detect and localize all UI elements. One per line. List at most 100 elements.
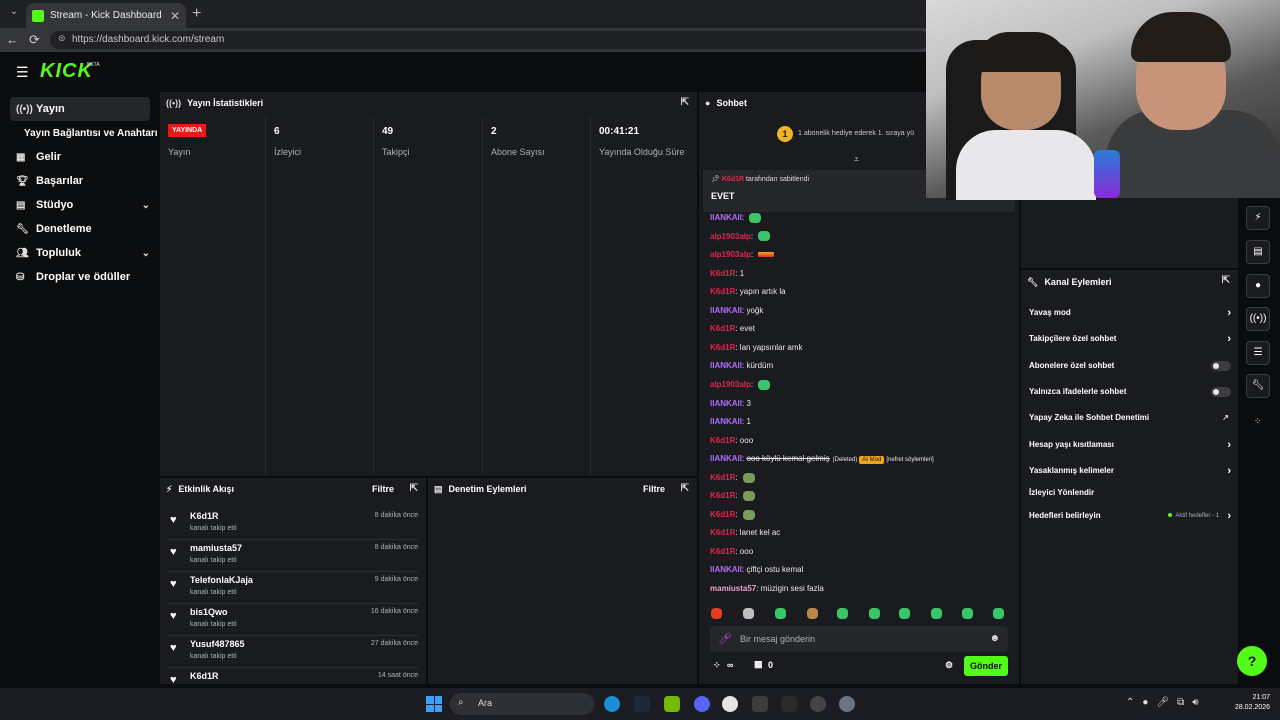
quick-emote-icon[interactable] [962,608,973,619]
quick-emote-icon[interactable] [931,608,942,619]
media-player-icon[interactable] [722,696,738,712]
system-tray[interactable]: ⌃●🎤︎⧉🔊︎ [1126,697,1207,708]
close-tab-icon[interactable]: ✕ [170,9,180,23]
gift-leaderboard-text[interactable]: 1 abonelik hediye ederek 1. sıraya yü [798,130,914,137]
obs-icon[interactable] [752,696,768,712]
broadcast-icon[interactable]: ((•)) [1246,307,1270,331]
quick-emote-icon[interactable] [807,608,818,619]
tab-list-icon[interactable]: ⌄ [6,6,22,22]
chat-bubble-icon[interactable]: ● [1246,274,1270,298]
kick-logo[interactable]: KICK [40,60,93,83]
emoji-icon[interactable]: ☻ [989,633,1000,644]
chat-username[interactable]: alp1903alp [710,380,751,389]
quick-emote-icon[interactable] [899,608,910,619]
windows-start-icon[interactable] [426,696,442,712]
gift-icon[interactable]: ▦ [754,659,763,670]
discord-icon[interactable] [694,696,710,712]
sidebar-item-stream-key[interactable]: Yayın Bağlantısı ve Anahtarı [18,121,158,145]
activity-username[interactable]: Yusuf487865 [190,639,245,649]
action-account-age[interactable]: Hesap yaşı kısıtlaması › [1029,434,1231,456]
chat-username[interactable]: llANKAll [710,361,742,370]
quick-emote-icon[interactable] [869,608,880,619]
chat-username[interactable]: mamiusta57 [710,584,756,593]
chat-username[interactable]: K6d1R [710,436,735,445]
popout-icon[interactable]: ⇱ [410,483,418,494]
action-host-viewers[interactable]: İzleyici Yönlendir [1029,482,1231,504]
sidebar-item-revenue[interactable]: ▦ Gelir [10,145,150,169]
chat-username[interactable]: llANKAll [710,417,742,426]
hamburger-menu-icon[interactable]: ☰ [16,64,29,81]
wrench-icon[interactable]: 🔧︎ [1246,374,1270,398]
sidebar-item-moderation[interactable]: 🔧︎ Denetleme [10,217,150,241]
action-followers-only[interactable]: Takipçilere özel sohbet › [1029,328,1231,350]
quick-emote-icon[interactable] [743,608,754,619]
site-info-icon[interactable]: ⊜ [58,33,66,44]
chat-username[interactable]: K6d1R [710,287,735,296]
emotes-only-toggle[interactable] [1211,387,1231,397]
chat-username[interactable]: alp1903alp [710,232,751,241]
action-banned-words[interactable]: Yasaklanmış kelimeler › [1029,460,1231,482]
filter-button[interactable]: Filtre [643,484,665,494]
sidebar-item-stream[interactable]: ((•)) Yayın [10,97,150,121]
chat-username[interactable]: K6d1R [710,491,735,500]
chat-message: llANKAll: ooo köylü kemal gelmiş (Deleted… [710,450,934,468]
chat-username[interactable]: K6d1R [710,528,735,537]
new-tab-icon[interactable]: + [192,5,201,23]
sidebar-item-achievements[interactable]: 🏆︎ Başarılar [10,169,150,193]
chat-username[interactable]: llANKAll [710,454,742,463]
quick-emote-icon[interactable] [993,608,1004,619]
action-set-goals[interactable]: Hedefleri belirleyin Aktif hedefler - 1 … [1029,505,1231,527]
sidebar-item-drops[interactable]: ⛁ Droplar ve ödüller [10,265,150,289]
nvidia-icon[interactable] [664,696,680,712]
activity-username[interactable]: mamiusta57 [190,543,242,553]
chat-username[interactable]: K6d1R [710,269,735,278]
action-slow-mode[interactable]: Yavaş mod › [1029,302,1231,324]
chat-settings-icon[interactable]: ⚙ [945,660,953,671]
action-ai-moderation[interactable]: Yapay Zeka ile Sohbet Denetimi ↗ [1029,407,1231,429]
chat-username[interactable]: llANKAll [710,565,742,574]
activity-username[interactable]: TelefonlaKJaja [190,575,253,585]
chat-username[interactable]: alp1903alp [710,250,751,259]
activity-username[interactable]: bis1Qwo [190,607,228,617]
chat-username[interactable]: K6d1R [710,547,735,556]
document-icon[interactable]: ▤ [1246,240,1270,264]
popout-icon[interactable]: ⇱ [681,97,689,108]
popout-icon[interactable]: ⇱ [1222,275,1230,286]
app-icon[interactable] [810,696,826,712]
microphone-icon[interactable]: 🎤︎ [718,632,732,645]
activity-username[interactable]: K6d1R [190,511,219,521]
browser-tab[interactable]: Stream - Kick Dashboard ✕ [26,3,186,28]
taskbar-clock[interactable]: 21:07 28.02.2026 [1226,693,1270,713]
taskbar-search[interactable]: ⌕ Ara [450,693,594,715]
chat-username[interactable]: K6d1R [710,343,735,352]
chat-username[interactable]: K6d1R [710,324,735,333]
epic-games-icon[interactable] [781,696,797,712]
chat-username[interactable]: llANKAll [710,306,742,315]
sidebar-item-studio[interactable]: ▤ Stüdyo ⌄ [10,193,150,217]
url-field[interactable]: ⊜ https://dashboard.kick.com/stream [50,31,930,49]
popout-icon[interactable]: ⇱ [681,483,689,494]
chat-input[interactable]: 🎤︎ Bir mesaj gönderin ☻ [710,626,1008,652]
chat-username[interactable]: llANKAll [710,399,742,408]
subscribers-only-toggle[interactable] [1211,361,1231,371]
filter-button[interactable]: Filtre [372,484,394,494]
quick-emote-icon[interactable] [775,608,786,619]
back-forward-refresh-icons[interactable]: ←⟳ [6,32,50,48]
chat-username[interactable]: K6d1R [710,473,735,482]
quick-emote-icon[interactable] [711,608,722,619]
quick-emote-icon[interactable] [837,608,848,619]
help-icon[interactable]: ? [1237,646,1267,676]
collapse-pinned-icon[interactable]: ⩡ [854,154,859,165]
chat-username[interactable]: K6d1R [710,510,735,519]
lightning-icon[interactable]: ⚡︎ [1246,206,1270,230]
points-icon[interactable]: ⁘ [713,660,721,671]
send-button[interactable]: Gönder [964,656,1008,676]
activity-username[interactable]: K6d1R [190,671,219,681]
edge-icon[interactable] [604,696,620,712]
chat-username[interactable]: llANKAll [710,213,742,222]
steam-icon[interactable] [634,696,650,712]
layout-icon[interactable]: ☰ [1246,341,1270,365]
settings-icon[interactable] [839,696,855,712]
sidebar-item-community[interactable]: 👥︎ Topluluk ⌄ [10,241,150,265]
points-icon[interactable]: ⁘ [1254,416,1262,427]
